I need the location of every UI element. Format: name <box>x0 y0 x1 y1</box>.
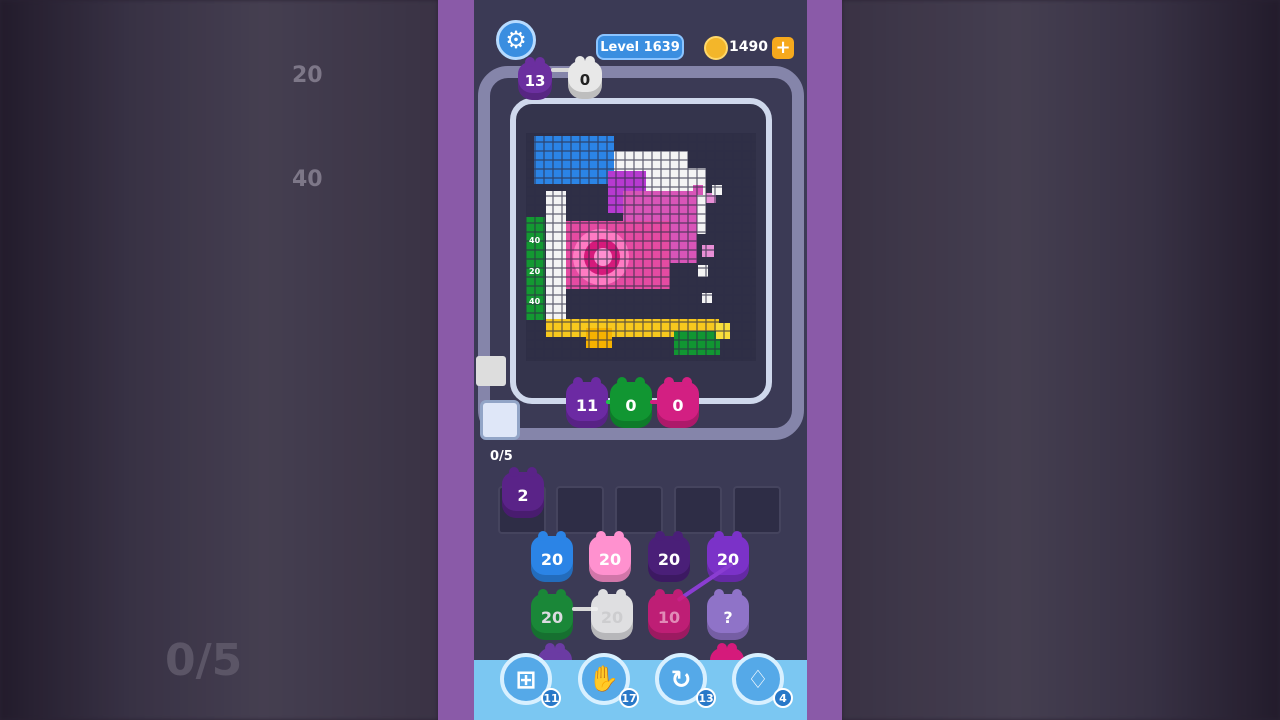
conveyor-pig-pink[interactable]: 0 <box>657 377 699 428</box>
mystery-pig[interactable]: ? <box>707 589 749 640</box>
queue-slot-2[interactable] <box>556 486 604 534</box>
conveyor-pig-green[interactable]: 0 <box>610 377 652 428</box>
background-number-40: 40 <box>292 167 323 192</box>
top-conveyor-white-pig[interactable]: 0 <box>568 56 602 99</box>
hand-powerup-count: 17 <box>619 688 639 708</box>
conveyor-pig-purple[interactable]: 11 <box>566 377 608 428</box>
grid-magenta-count: 10 <box>657 607 681 627</box>
background-counter: 0/5 <box>165 635 243 686</box>
top-white-pig-count: 0 <box>579 71 591 89</box>
grid-pig-dark-purple[interactable]: 20 <box>648 531 690 582</box>
grid-green-count: 20 <box>540 607 564 627</box>
pixel-board: 40 20 40 <box>525 132 756 361</box>
shelf-counter: 0/5 <box>490 449 513 464</box>
pig-dispenser-box[interactable] <box>480 400 520 440</box>
side-number-bottom: 40 <box>529 297 541 306</box>
mystery-pig-label: ? <box>723 607 733 627</box>
snail-pixel-art <box>525 132 756 361</box>
left-blurred-background <box>0 0 438 720</box>
right-blurred-background <box>842 0 1280 720</box>
grid-dark-purple-count: 20 <box>657 549 681 569</box>
add-slot-count: 11 <box>541 688 561 708</box>
side-number-middle: 20 <box>529 267 541 276</box>
level-label: Level 1639 <box>596 34 684 60</box>
add-coins-button[interactable]: + <box>772 37 794 59</box>
refresh-powerup-count: 13 <box>696 688 716 708</box>
grid-pig-magenta[interactable]: 10 <box>648 589 690 640</box>
add-slot-icon: ⊞ <box>515 664 537 694</box>
side-number-top: 40 <box>529 236 541 245</box>
right-purple-frame <box>807 0 842 720</box>
top-pig-count: 13 <box>524 72 546 90</box>
queued-pig-count: 2 <box>517 485 529 505</box>
grid-pig-light-pink[interactable]: 20 <box>589 531 631 582</box>
game-screen: ⚙ Level 1639 1490 + 13 0 40 20 40 11 0 0… <box>474 0 807 720</box>
bunny-icon: ♢ <box>746 664 770 694</box>
gear-icon: ⚙ <box>505 26 527 54</box>
plus-icon: + <box>775 37 791 58</box>
coin-icon <box>704 36 728 60</box>
refresh-icon: ↻ <box>670 664 692 694</box>
grid-pig-green[interactable]: 20 <box>531 589 573 640</box>
conveyor-green-count: 0 <box>625 395 637 415</box>
queued-pig[interactable]: 2 <box>502 467 544 518</box>
queue-slot-5[interactable] <box>733 486 781 534</box>
queue-slot-4[interactable] <box>674 486 722 534</box>
conveyor-pink-count: 0 <box>672 395 684 415</box>
grid-blue-count: 20 <box>540 549 564 569</box>
background-number-20: 20 <box>292 63 323 88</box>
coin-count: 1490 <box>729 39 768 55</box>
conveyor-purple-count: 11 <box>575 395 599 415</box>
grid-white-count: 20 <box>600 607 624 627</box>
grid-pig-blue[interactable]: 20 <box>531 531 573 582</box>
settings-button[interactable]: ⚙ <box>496 20 536 60</box>
grid-pig-white[interactable]: 20 <box>591 589 633 640</box>
ammo-stack-icon <box>476 356 506 386</box>
grid-light-pink-count: 20 <box>598 549 622 569</box>
left-purple-frame <box>438 0 474 720</box>
top-conveyor-pig[interactable]: 13 <box>518 57 552 100</box>
bunny-powerup-count: 4 <box>773 688 793 708</box>
hand-icon: ✋ <box>588 664 620 693</box>
queue-slot-3[interactable] <box>615 486 663 534</box>
